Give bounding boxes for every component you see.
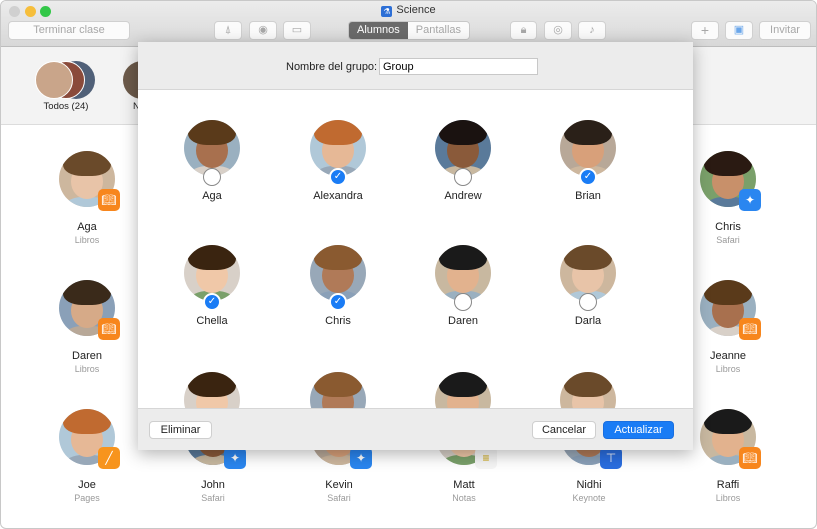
cancel-button[interactable]: Cancelar xyxy=(532,421,596,439)
keynote-app-icon: ⊤ xyxy=(600,447,622,469)
toolbar: ⚗ Science Terminar clase ⍋ ◉ ▭ Alumnos Pa… xyxy=(1,1,816,47)
avatar xyxy=(35,61,73,99)
view-segmented-control[interactable]: Alumnos Pantallas xyxy=(348,21,471,40)
student-app: Pages xyxy=(74,493,100,503)
student-app: Keynote xyxy=(572,493,606,503)
safari-compass-icon[interactable]: ◉ xyxy=(249,21,277,40)
student-name: Chella xyxy=(196,315,228,327)
books-app-icon: 📖︎ xyxy=(98,189,120,211)
student-name: Darla xyxy=(574,315,602,327)
student-app: Libros xyxy=(715,493,741,503)
student-name: Daren xyxy=(72,350,102,362)
lock-icon[interactable]: 🔒︎ xyxy=(510,21,537,40)
student-app: Notas xyxy=(452,493,476,503)
books-app-icon: 📖︎ xyxy=(739,318,761,340)
safari-app-icon: ✦ xyxy=(350,447,372,469)
group-name-input[interactable] xyxy=(379,58,538,75)
student-app: Safari xyxy=(327,493,351,503)
sheet-header: Nombre del grupo: xyxy=(138,42,693,90)
eye-hide-icon[interactable]: ◎ xyxy=(544,21,572,40)
update-button[interactable]: Actualizar xyxy=(603,421,674,439)
notes-app-icon: ≡ xyxy=(475,447,497,469)
student-name: Kevin xyxy=(325,479,353,491)
airplay-icon[interactable]: ▭ xyxy=(283,21,311,40)
student-app: Libros xyxy=(74,364,100,374)
student-name: Raffi xyxy=(716,479,740,491)
end-class-button[interactable]: Terminar clase xyxy=(8,21,130,40)
safari-app-icon: ✦ xyxy=(739,189,761,211)
title-text: Science xyxy=(396,4,436,16)
safari-app-icon: ✦ xyxy=(224,447,246,469)
student-name: Nidhi xyxy=(576,479,602,491)
books-app-icon: 📖︎ xyxy=(98,318,120,340)
classroom-app-icon: ⚗ xyxy=(381,6,393,17)
student-name: Matt xyxy=(453,479,475,491)
unchecked-circle-icon[interactable] xyxy=(454,168,472,186)
pages-app-icon: ╱ xyxy=(98,447,120,469)
window-title: ⚗ Science xyxy=(1,4,816,17)
student-name: Aga xyxy=(77,221,97,233)
student-name: John xyxy=(201,479,225,491)
checkmark-icon[interactable]: ✓ xyxy=(329,293,347,311)
group-all-label: Todos (24) xyxy=(43,101,89,112)
student-app: Libros xyxy=(74,235,100,245)
checkmark-icon[interactable]: ✓ xyxy=(329,168,347,186)
mute-icon[interactable]: ♪ xyxy=(578,21,606,40)
delete-button[interactable]: Eliminar xyxy=(149,421,212,439)
student-name: Daren xyxy=(448,315,478,327)
tab-alumnos[interactable]: Alumnos xyxy=(349,22,408,39)
unchecked-circle-icon[interactable] xyxy=(579,293,597,311)
unchecked-circle-icon[interactable] xyxy=(203,168,221,186)
tab-pantallas[interactable]: Pantallas xyxy=(407,22,470,39)
student-name: Aga xyxy=(202,190,222,202)
invite-button[interactable]: Invitar xyxy=(759,21,811,40)
checkmark-icon[interactable]: ✓ xyxy=(203,293,221,311)
inbox-icon[interactable]: ▣ xyxy=(725,21,753,40)
student-app: Safari xyxy=(201,493,225,503)
checkmark-icon[interactable]: ✓ xyxy=(579,168,597,186)
student-name: Andrew xyxy=(444,190,482,202)
student-name: Alexandra xyxy=(313,190,363,202)
app-store-icon[interactable]: ⍋ xyxy=(214,21,242,40)
books-app-icon: 📖︎ xyxy=(739,447,761,469)
student-name: Joe xyxy=(78,479,96,491)
group-name-label: Nombre del grupo: xyxy=(286,61,378,73)
student-name: Chris xyxy=(325,315,351,327)
sheet-footer: Eliminar Cancelar Actualizar xyxy=(138,408,693,450)
plus-icon[interactable]: + xyxy=(691,21,719,40)
unchecked-circle-icon[interactable] xyxy=(454,293,472,311)
student-name: Brian xyxy=(575,190,601,202)
edit-group-sheet: Nombre del grupo: Aga ✓ Alexandra Andrew ✓ Br… xyxy=(138,42,693,450)
